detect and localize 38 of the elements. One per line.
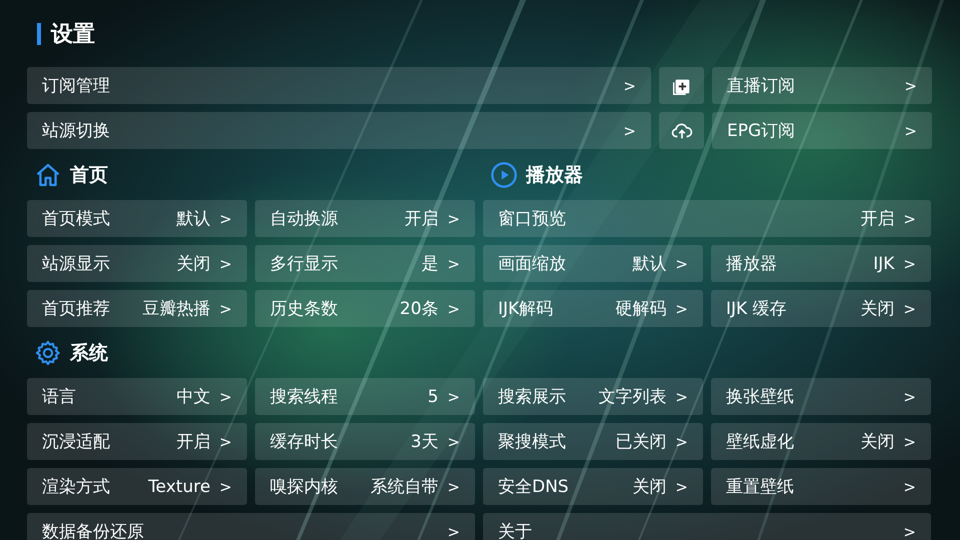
setting-item[interactable]: 站源切换 > [27, 112, 651, 149]
title-accent-bar [37, 23, 41, 45]
setting-item[interactable]: 直播订阅 > [712, 67, 932, 104]
setting-item[interactable]: 订阅管理 > [27, 67, 651, 104]
section-heading: 播放器 [526, 162, 583, 188]
settings-icon [34, 338, 62, 366]
setting-item[interactable]: IJK 缓存 关闭 > [711, 290, 931, 327]
page-title: 设置 [51, 21, 95, 49]
setting-item[interactable]: 画面缩放 默认 > [483, 245, 703, 282]
setting-item[interactable]: 重置壁纸 > [711, 468, 931, 505]
setting-item[interactable]: 多行显示 是 > [255, 245, 475, 282]
setting-item[interactable]: 首页推荐 豆瓣热播 > [27, 290, 247, 327]
setting-item[interactable]: 壁纸虚化 关闭 > [711, 423, 931, 460]
add-button[interactable] [659, 67, 704, 104]
setting-item[interactable]: 播放器 IJK > [711, 245, 931, 282]
setting-item[interactable]: 自动换源 开启 > [255, 200, 475, 237]
setting-item[interactable]: 渲染方式 Texture > [27, 468, 247, 505]
section-heading: 系统 [70, 340, 108, 366]
setting-item[interactable]: 关于 > [483, 513, 931, 540]
setting-item[interactable]: 搜索展示 文字列表 > [483, 378, 703, 415]
setting-item[interactable]: 安全DNS 关闭 > [483, 468, 703, 505]
setting-item[interactable]: 嗅探内核 系统自带 > [255, 468, 475, 505]
setting-item[interactable]: 首页模式 默认 > [27, 200, 247, 237]
setting-item[interactable]: 沉浸适配 开启 > [27, 423, 247, 460]
setting-item[interactable]: 历史条数 20条 > [255, 290, 475, 327]
setting-item[interactable]: 站源显示 关闭 > [27, 245, 247, 282]
setting-item[interactable]: 窗口预览 开启 > [483, 200, 931, 237]
setting-item[interactable]: 搜索线程 5 > [255, 378, 475, 415]
setting-item[interactable]: 缓存时长 3天 > [255, 423, 475, 460]
setting-item[interactable]: 语言 中文 > [27, 378, 247, 415]
upload-button[interactable] [659, 112, 704, 149]
setting-item[interactable]: 聚搜模式 已关闭 > [483, 423, 703, 460]
setting-item[interactable]: 数据备份还原 > [27, 513, 475, 540]
setting-item[interactable]: EPG订阅 > [712, 112, 932, 149]
setting-item[interactable]: 换张壁纸 > [711, 378, 931, 415]
setting-item[interactable]: IJK解码 硬解码 > [483, 290, 703, 327]
section-heading: 首页 [70, 162, 108, 188]
play-icon [490, 160, 518, 188]
